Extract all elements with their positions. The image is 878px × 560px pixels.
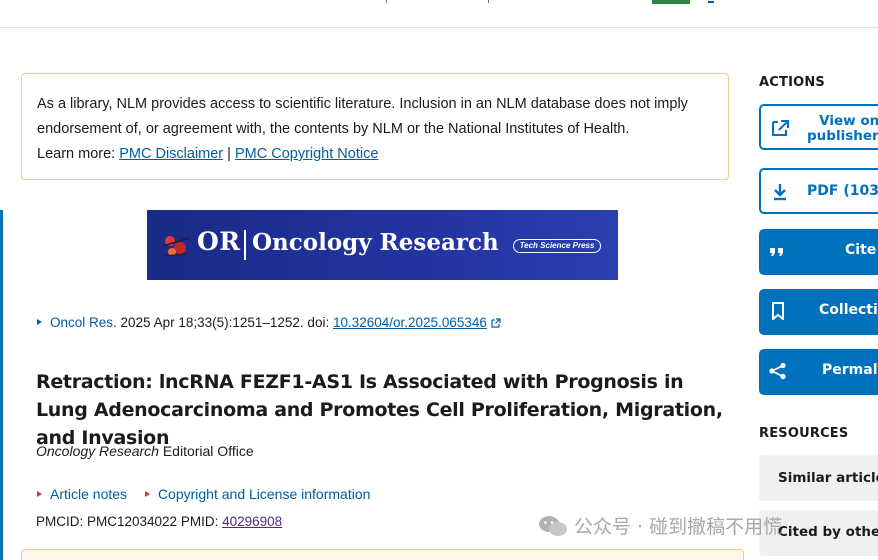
collections-button[interactable]: Collectio <box>759 289 878 335</box>
pmc-disclaimer-link[interactable]: PMC Disclaimer <box>119 146 223 162</box>
nlm-disclaimer-notice: As a library, NLM provides access to sci… <box>21 73 729 180</box>
expand-triangle-icon[interactable] <box>37 319 42 325</box>
citation-details: . 2025 Apr 18;33(5):1251–1252. doi: <box>113 315 333 330</box>
nav-divider <box>386 0 387 3</box>
resources-heading: RESOURCES <box>759 426 849 441</box>
pdf-download-button[interactable]: PDF (103.1 <box>759 168 878 214</box>
journal-link[interactable]: Oncol Res <box>50 315 113 330</box>
download-icon <box>774 184 786 201</box>
permalink-label: Permali <box>822 362 878 378</box>
nav-green-accent[interactable] <box>652 0 690 4</box>
external-link-icon <box>491 318 501 328</box>
pmc-copyright-notice-link[interactable]: PMC Copyright Notice <box>235 146 378 162</box>
banner-publisher-logo: Tech Science Press <box>513 239 601 253</box>
copyright-license-toggle[interactable]: Copyright and License information <box>144 486 371 502</box>
cite-label: Cite <box>845 242 877 258</box>
triangle-right-icon <box>144 491 150 497</box>
actions-heading: ACTIONS <box>759 75 826 90</box>
citation-line: Oncol Res. 2025 Apr 18;33(5):1251–1252. … <box>37 315 501 330</box>
banner-divider <box>244 230 246 260</box>
cited-by-label: Cited by other a <box>778 524 878 540</box>
pmid-link[interactable]: 40296908 <box>222 514 282 529</box>
link-separator: | <box>223 146 235 162</box>
pmcid-label: PMCID: PMC12034022 PMID: <box>36 514 223 529</box>
share-icon <box>769 362 786 380</box>
article-left-rule <box>0 210 3 560</box>
author-office: Editorial Office <box>158 443 254 459</box>
pdf-label: PDF (103.1 <box>807 183 878 199</box>
banner-abbreviation: OR <box>197 227 241 256</box>
article-title: Retraction: lncRNA FEZF1-AS1 Is Associat… <box>36 371 723 449</box>
watermark-text: 公众号 · 碰到撤稿不用慌 <box>574 516 783 538</box>
notice-line-2: endorsement of, or agreement with, the c… <box>37 121 630 137</box>
article-notes-label: Article notes <box>50 486 128 502</box>
journal-banner[interactable]: OR Oncology Research Tech Science Press <box>147 210 618 280</box>
bookmark-icon <box>772 302 784 320</box>
view-on-publisher-button[interactable]: View onpublisher s <box>759 104 878 150</box>
journal-logo-icon <box>162 236 190 257</box>
wechat-logo-icon <box>539 516 567 536</box>
article-notice-box <box>21 549 744 560</box>
top-navigation-bar <box>0 0 878 28</box>
copyright-license-label: Copyright and License information <box>157 486 371 502</box>
notice-line-3: Learn more: PMC Disclaimer | PMC Copyrig… <box>37 142 713 167</box>
cite-button[interactable]: Cite <box>759 229 878 275</box>
view-on-label-line1: View on <box>819 113 878 129</box>
article-info-links: Article notes Copyright and License info… <box>37 486 384 502</box>
external-link-icon <box>772 120 789 136</box>
author-journal-name: Oncology Research <box>36 443 159 459</box>
article-notes-toggle[interactable]: Article notes <box>37 486 127 502</box>
chevron-down-icon[interactable] <box>708 0 714 3</box>
collections-label: Collectio <box>819 302 878 318</box>
wechat-watermark: 公众号 · 碰到撤稿不用慌 <box>538 512 782 540</box>
article-identifiers: PMCID: PMC12034022 PMID: 40296908 <box>36 514 282 529</box>
notice-line-1: As a library, NLM provides access to sci… <box>37 96 688 112</box>
similar-articles-label: Similar articles <box>778 470 878 486</box>
permalink-button[interactable]: Permali <box>759 349 878 395</box>
nav-divider <box>488 0 489 3</box>
learn-more-label: Learn more: <box>37 146 120 162</box>
quote-icon <box>770 248 783 256</box>
article-authors: Oncology Research Editorial Office <box>36 443 254 459</box>
view-on-label-line2: publisher s <box>807 128 878 144</box>
banner-journal-title: Oncology Research <box>252 229 499 256</box>
triangle-right-icon <box>37 491 42 497</box>
view-on-publisher-label: View onpublisher s <box>807 114 878 144</box>
similar-articles-button[interactable]: Similar articles <box>759 455 878 501</box>
doi-link[interactable]: 10.32604/or.2025.065346 <box>333 315 487 330</box>
